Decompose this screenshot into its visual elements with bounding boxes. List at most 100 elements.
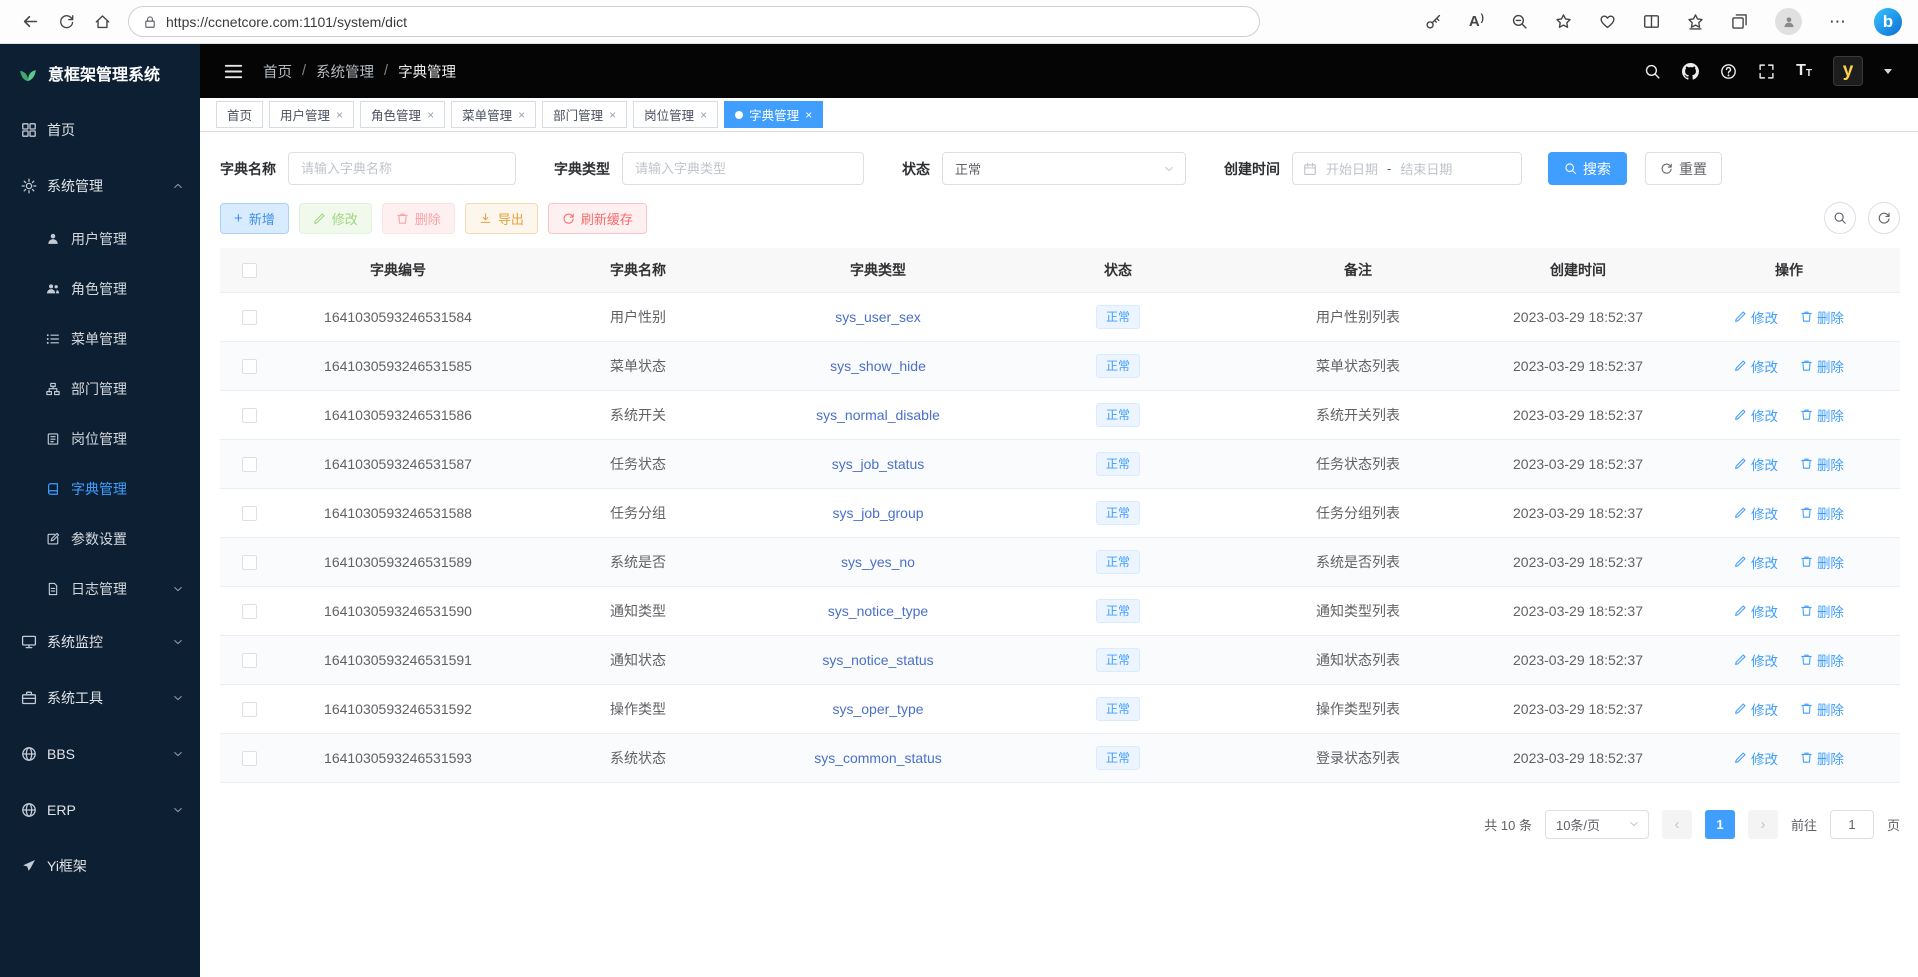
toggle-search-icon[interactable] bbox=[1824, 202, 1856, 234]
edit-row-button[interactable]: 修改 bbox=[1734, 405, 1778, 425]
status-select[interactable]: 正常 bbox=[942, 152, 1186, 185]
tab-post-mgmt[interactable]: 岗位管理× bbox=[633, 101, 718, 128]
delete-row-button[interactable]: 删除 bbox=[1800, 454, 1844, 474]
dict-type-link[interactable]: sys_common_status bbox=[814, 750, 942, 766]
row-checkbox[interactable] bbox=[242, 457, 257, 472]
edit-row-button[interactable]: 修改 bbox=[1734, 356, 1778, 376]
close-icon[interactable]: × bbox=[336, 108, 343, 122]
font-size-icon[interactable]: TT bbox=[1796, 63, 1812, 79]
refresh-cache-button[interactable]: 刷新缓存 bbox=[548, 203, 647, 234]
edit-row-button[interactable]: 修改 bbox=[1734, 454, 1778, 474]
delete-row-button[interactable]: 删除 bbox=[1800, 650, 1844, 670]
edit-row-button[interactable]: 修改 bbox=[1734, 650, 1778, 670]
favorites-icon[interactable] bbox=[1687, 13, 1704, 30]
search-icon[interactable] bbox=[1644, 63, 1661, 80]
bing-icon[interactable]: b bbox=[1874, 8, 1902, 36]
dict-type-link[interactable]: sys_notice_status bbox=[822, 652, 933, 668]
row-checkbox[interactable] bbox=[242, 555, 257, 570]
sidebar-item-menu-mgmt[interactable]: 菜单管理 bbox=[0, 314, 200, 364]
user-menu-caret-icon[interactable] bbox=[1884, 69, 1892, 74]
sidebar-item-yi-framework[interactable]: Yi框架 bbox=[0, 838, 200, 894]
prev-page-button[interactable]: ‹ bbox=[1662, 810, 1692, 839]
edit-row-button[interactable]: 修改 bbox=[1734, 699, 1778, 719]
edit-button[interactable]: 修改 bbox=[299, 203, 372, 234]
row-checkbox[interactable] bbox=[242, 408, 257, 423]
export-button[interactable]: 导出 bbox=[465, 203, 538, 234]
edit-row-button[interactable]: 修改 bbox=[1734, 307, 1778, 327]
close-icon[interactable]: × bbox=[805, 108, 812, 122]
row-checkbox[interactable] bbox=[242, 702, 257, 717]
sidebar-item-role-mgmt[interactable]: 角色管理 bbox=[0, 264, 200, 314]
github-icon[interactable] bbox=[1682, 63, 1699, 80]
tab-home[interactable]: 首页 bbox=[216, 101, 263, 128]
sidebar-item-param-settings[interactable]: 参数设置 bbox=[0, 514, 200, 564]
delete-row-button[interactable]: 删除 bbox=[1800, 601, 1844, 621]
next-page-button[interactable]: › bbox=[1748, 810, 1778, 839]
read-aloud-icon[interactable]: A) bbox=[1469, 13, 1484, 30]
favorite-add-icon[interactable] bbox=[1555, 13, 1572, 30]
edit-row-button[interactable]: 修改 bbox=[1734, 503, 1778, 523]
tab-role-mgmt[interactable]: 角色管理× bbox=[360, 101, 445, 128]
tab-dept-mgmt[interactable]: 部门管理× bbox=[542, 101, 627, 128]
delete-row-button[interactable]: 删除 bbox=[1800, 503, 1844, 523]
select-all-checkbox[interactable] bbox=[242, 263, 257, 278]
browser-back-button[interactable] bbox=[12, 5, 48, 39]
sidebar-item-erp[interactable]: ERP bbox=[0, 782, 200, 838]
dict-type-link[interactable]: sys_job_status bbox=[832, 456, 925, 472]
sidebar-item-log-mgmt[interactable]: 日志管理 bbox=[0, 564, 200, 614]
page-size-select[interactable]: 10条/页 bbox=[1545, 810, 1649, 839]
reset-button[interactable]: 重置 bbox=[1645, 152, 1722, 185]
tab-user-mgmt[interactable]: 用户管理× bbox=[269, 101, 354, 128]
breadcrumb-system-mgmt[interactable]: 系统管理 bbox=[316, 61, 374, 82]
add-button[interactable]: + 新增 bbox=[220, 203, 289, 234]
close-icon[interactable]: × bbox=[518, 108, 525, 122]
close-icon[interactable]: × bbox=[609, 108, 616, 122]
dict-type-input[interactable] bbox=[622, 152, 864, 185]
sidebar-item-dept-mgmt[interactable]: 部门管理 bbox=[0, 364, 200, 414]
delete-row-button[interactable]: 删除 bbox=[1800, 748, 1844, 768]
sidebar-item-system-monitor[interactable]: 系统监控 bbox=[0, 614, 200, 670]
sidebar-item-user-mgmt[interactable]: 用户管理 bbox=[0, 214, 200, 264]
browser-refresh-button[interactable] bbox=[48, 5, 84, 39]
goto-page-input[interactable] bbox=[1830, 810, 1874, 839]
passwords-key-icon[interactable] bbox=[1425, 13, 1442, 30]
search-button[interactable]: 搜索 bbox=[1548, 152, 1627, 185]
sidebar-item-dict-mgmt[interactable]: 字典管理 bbox=[0, 464, 200, 514]
zoom-out-icon[interactable] bbox=[1511, 13, 1528, 30]
sidebar-collapse-icon[interactable] bbox=[224, 62, 243, 81]
row-checkbox[interactable] bbox=[242, 506, 257, 521]
dict-type-link[interactable]: sys_notice_type bbox=[828, 603, 928, 619]
delete-row-button[interactable]: 删除 bbox=[1800, 307, 1844, 327]
close-icon[interactable]: × bbox=[427, 108, 434, 122]
row-checkbox[interactable] bbox=[242, 310, 257, 325]
row-checkbox[interactable] bbox=[242, 751, 257, 766]
row-checkbox[interactable] bbox=[242, 604, 257, 619]
fullscreen-icon[interactable] bbox=[1758, 63, 1775, 80]
delete-row-button[interactable]: 删除 bbox=[1800, 699, 1844, 719]
edit-row-button[interactable]: 修改 bbox=[1734, 748, 1778, 768]
dict-type-link[interactable]: sys_user_sex bbox=[835, 309, 921, 325]
address-bar[interactable]: https://ccnetcore.com:1101/system/dict bbox=[128, 6, 1260, 37]
dict-type-link[interactable]: sys_normal_disable bbox=[816, 407, 940, 423]
browser-essentials-icon[interactable] bbox=[1599, 13, 1616, 30]
sidebar-item-system-mgmt[interactable]: 系统管理 bbox=[0, 158, 200, 214]
browser-settings-icon[interactable]: ⋯ bbox=[1829, 12, 1847, 32]
sidebar-item-home[interactable]: 首页 bbox=[0, 102, 200, 158]
sidebar-item-post-mgmt[interactable]: 岗位管理 bbox=[0, 414, 200, 464]
user-avatar[interactable]: y bbox=[1833, 56, 1863, 86]
date-range-picker[interactable]: 开始日期 - 结束日期 bbox=[1292, 152, 1522, 185]
delete-row-button[interactable]: 删除 bbox=[1800, 405, 1844, 425]
dict-type-link[interactable]: sys_show_hide bbox=[830, 358, 926, 374]
refresh-table-icon[interactable] bbox=[1868, 202, 1900, 234]
dict-type-link[interactable]: sys_job_group bbox=[832, 505, 923, 521]
sidebar-item-bbs[interactable]: BBS bbox=[0, 726, 200, 782]
edit-row-button[interactable]: 修改 bbox=[1734, 601, 1778, 621]
row-checkbox[interactable] bbox=[242, 359, 257, 374]
browser-home-button[interactable] bbox=[84, 5, 120, 39]
tab-dict-mgmt[interactable]: 字典管理× bbox=[724, 101, 823, 128]
dict-type-link[interactable]: sys_yes_no bbox=[841, 554, 915, 570]
sidebar-item-system-tools[interactable]: 系统工具 bbox=[0, 670, 200, 726]
row-checkbox[interactable] bbox=[242, 653, 257, 668]
close-icon[interactable]: × bbox=[700, 108, 707, 122]
delete-row-button[interactable]: 删除 bbox=[1800, 552, 1844, 572]
